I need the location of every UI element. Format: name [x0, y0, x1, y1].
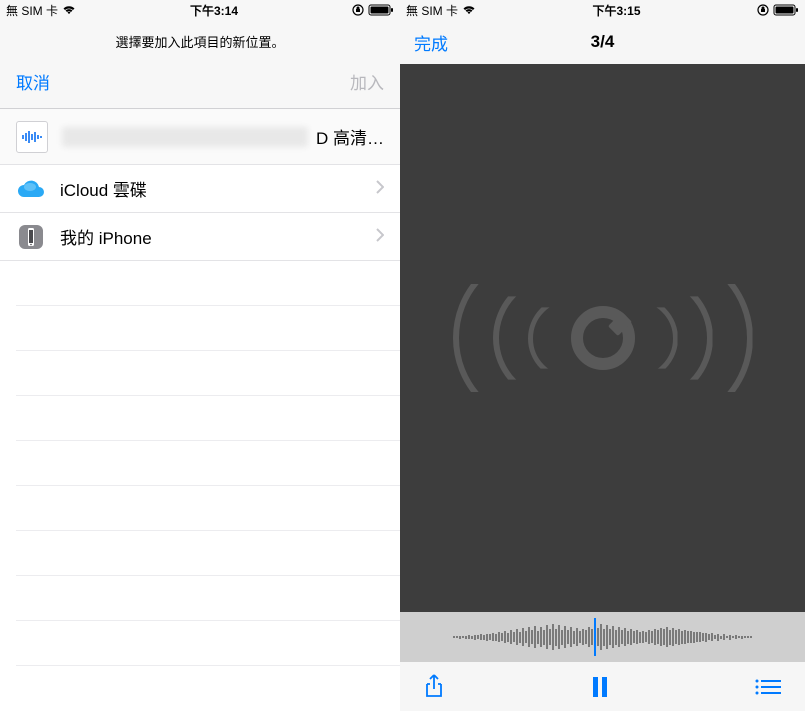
file-title-redacted: [62, 127, 308, 147]
player-toolbar: [400, 662, 805, 711]
share-button[interactable]: [424, 674, 444, 700]
carrier-label: 無 SIM 卡: [6, 2, 58, 19]
add-button: 加入: [350, 69, 384, 94]
player-nav-bar: 完成 3/4: [400, 20, 805, 64]
status-bar: 無 SIM 卡 下午3:14: [0, 0, 400, 20]
cloud-icon: [16, 174, 46, 204]
clock: 下午3:14: [190, 2, 238, 19]
nav-bar: 取消 加入: [0, 61, 400, 109]
pause-button[interactable]: [591, 676, 609, 698]
list-button[interactable]: [755, 678, 781, 696]
status-bar: 無 SIM 卡 下午3:15: [400, 0, 805, 20]
chevron-right-icon: [376, 227, 384, 247]
battery-icon: [368, 4, 394, 16]
waveform-scrubber[interactable]: [400, 612, 805, 662]
waveform-bars: [453, 622, 752, 652]
wifi-icon: [462, 5, 476, 15]
wifi-icon: [62, 5, 76, 15]
location-label: 我的 iPhone: [60, 224, 376, 249]
file-title-suffix: D 高清…: [316, 124, 384, 149]
audio-player-area[interactable]: [400, 64, 805, 612]
device-icon: [16, 222, 46, 252]
audio-file-icon: [16, 121, 48, 153]
cancel-button[interactable]: 取消: [16, 69, 50, 94]
battery-icon: [773, 4, 799, 16]
playhead-indicator[interactable]: [594, 618, 596, 656]
prompt-message: 選擇要加入此項目的新位置。: [0, 20, 400, 61]
file-item-row: D 高清…: [0, 109, 400, 165]
location-label: iCloud 雲碟: [60, 176, 376, 201]
location-my-iphone[interactable]: 我的 iPhone: [0, 213, 400, 261]
done-button[interactable]: 完成: [414, 30, 448, 55]
location-icloud-drive[interactable]: iCloud 雲碟: [0, 165, 400, 213]
quicktime-audio-icon: [483, 278, 723, 398]
item-counter: 3/4: [400, 32, 805, 52]
chevron-right-icon: [376, 179, 384, 199]
orientation-lock-icon: [352, 4, 364, 16]
carrier-label: 無 SIM 卡: [406, 2, 458, 19]
clock: 下午3:15: [592, 2, 640, 19]
orientation-lock-icon: [757, 4, 769, 16]
empty-list-area: [0, 261, 400, 666]
